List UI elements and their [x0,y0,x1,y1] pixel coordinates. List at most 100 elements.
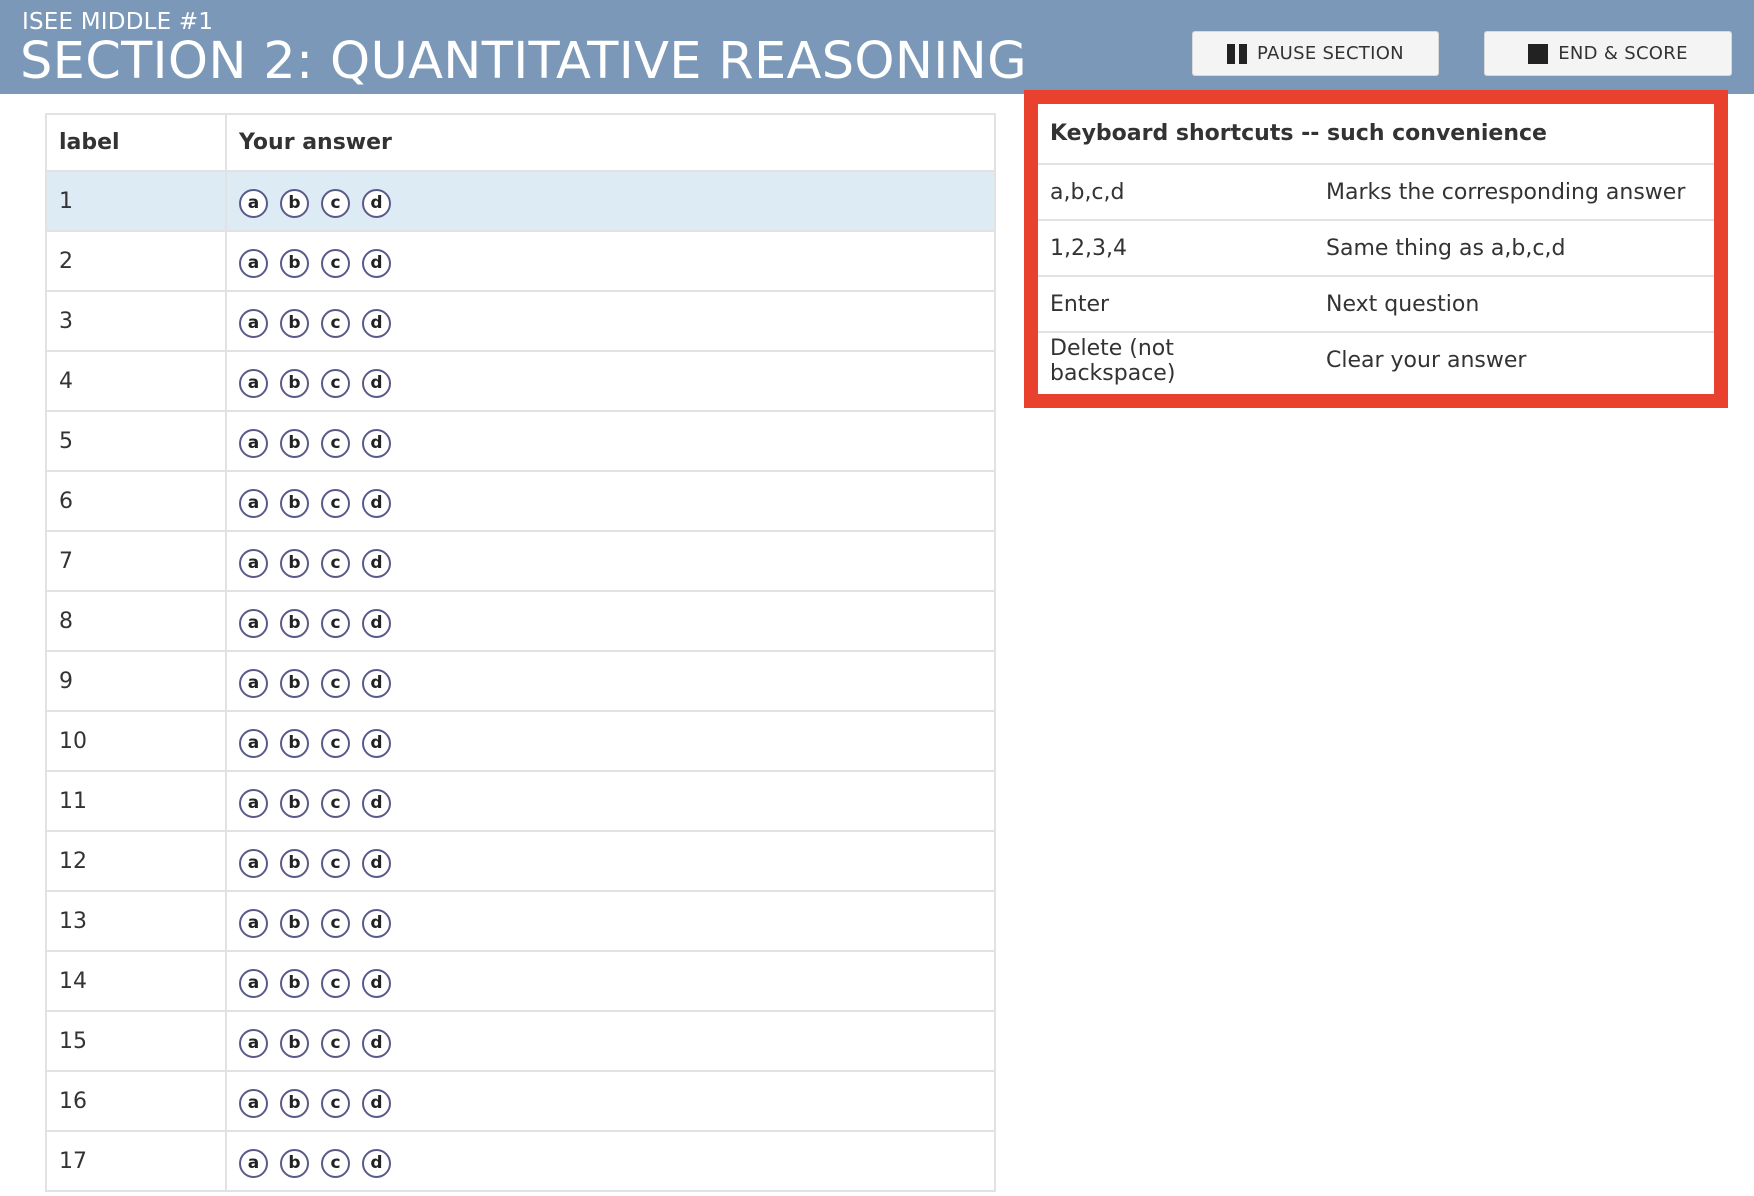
answer-choice-a[interactable]: a [239,968,268,998]
answer-choice-a[interactable]: a [239,728,268,758]
answer-choice-c[interactable]: c [321,668,350,698]
table-row[interactable]: 7abcd [45,530,996,592]
answer-choice-b[interactable]: b [280,728,309,758]
answer-choice-d[interactable]: d [362,908,391,938]
answer-choice-c[interactable]: c [321,608,350,638]
answer-choice-c[interactable]: c [321,308,350,338]
answer-choice-d[interactable]: d [362,788,391,818]
end-score-button[interactable]: END & SCORE [1484,31,1732,76]
answer-choice-d[interactable]: d [362,668,391,698]
answer-choice-c[interactable]: c [321,848,350,878]
table-row[interactable]: 16 a b c d [45,1070,996,1132]
answer-choice-a[interactable]: a [239,548,268,578]
table-row[interactable]: 9abcd [45,650,996,712]
answer-choice-a[interactable]: a [239,428,268,458]
answer-choice-d[interactable]: d [362,848,391,878]
answer-choice-d[interactable]: d [362,428,391,458]
answer-choice-b[interactable]: b [280,608,309,638]
answer-choice-c[interactable]: c [321,368,350,398]
answer-choice-b[interactable]: b [280,428,309,458]
answer-choice-a[interactable]: a [239,248,268,278]
answer-choices-cell: abcd [225,1070,996,1132]
answer-choice-c[interactable]: c [321,908,350,938]
answer-choice-c[interactable]: c [321,188,350,218]
answer-choice-a[interactable]: a [239,668,268,698]
answer-choice-d[interactable]: d [362,728,391,758]
table-row[interactable]: 15 a b c d [45,1010,996,1072]
answer-choice-a[interactable]: a [239,1148,268,1178]
question-number: 3 [45,290,227,352]
answer-choice-b[interactable]: b [280,368,309,398]
table-row[interactable]: 2abcd [45,230,996,292]
table-row[interactable]: 8abcd [45,590,996,652]
answer-choice-d[interactable]: d [362,1148,391,1178]
answer-choice-a[interactable]: a [239,188,268,218]
answer-choice-a[interactable]: a [239,908,268,938]
answer-choice-c[interactable]: c [321,788,350,818]
answer-choices: abcd [239,845,982,878]
answer-choice-d[interactable]: d [362,968,391,998]
table-row[interactable]: 5abcd [45,410,996,472]
answer-choice-d[interactable]: d [362,488,391,518]
table-row[interactable]: 1abcd [45,170,996,232]
answer-choice-b[interactable]: b [280,668,309,698]
answer-choice-a[interactable]: a [239,308,268,338]
answer-choices-cell: abcd [225,830,996,892]
answer-choice-b[interactable]: b [280,1148,309,1178]
answer-choice-c[interactable]: c [321,428,350,458]
answer-choice-d[interactable]: d [362,1088,391,1118]
answer-choices-cell: abcd [225,410,996,472]
answer-choice-d[interactable]: d [362,608,391,638]
pause-section-button[interactable]: PAUSE SECTION [1192,31,1439,76]
question-number: 4 [45,350,227,412]
answer-choice-b[interactable]: b [280,1088,309,1118]
answer-choice-b[interactable]: b [280,1028,309,1058]
answer-choice-b[interactable]: b [280,188,309,218]
answer-choice-b[interactable]: b [280,968,309,998]
answer-choice-b[interactable]: b [280,488,309,518]
answer-choice-c[interactable]: c [321,728,350,758]
answer-choice-b[interactable]: b [280,788,309,818]
answer-choice-a[interactable]: a [239,1028,268,1058]
answer-choice-b[interactable]: b [280,308,309,338]
answer-choice-a[interactable]: a [239,368,268,398]
answer-choice-a[interactable]: a [239,1088,268,1118]
answer-choice-d[interactable]: d [362,548,391,578]
table-row[interactable]: 14 a b c d [45,950,996,1012]
answer-choice-d[interactable]: d [362,308,391,338]
answer-choice-a[interactable]: a [239,788,268,818]
answer-choice-c[interactable]: c [321,488,350,518]
shortcut-row: a,b,c,d Marks the corresponding answer [1038,164,1714,221]
answer-choice-b[interactable]: b [280,548,309,578]
question-number: 17 [45,1130,227,1192]
answer-choice-d[interactable]: d [362,368,391,398]
answer-choice-c[interactable]: c [321,1028,350,1058]
answer-choice-c[interactable]: c [321,1088,350,1118]
shortcuts-header-row: Keyboard shortcuts -- such convenience [1038,104,1714,165]
answer-choices-cell: abcd [225,1010,996,1072]
answer-choice-b[interactable]: b [280,848,309,878]
table-row[interactable]: 4abcd [45,350,996,412]
answer-choice-d[interactable]: d [362,1028,391,1058]
answer-choice-c[interactable]: c [321,1148,350,1178]
answer-choice-a[interactable]: a [239,488,268,518]
table-row[interactable]: 13 a b c d [45,890,996,952]
table-row[interactable]: 12 a b c d [45,830,996,892]
question-number: 2 [45,230,227,292]
table-row[interactable]: 6abcd [45,470,996,532]
answer-choice-d[interactable]: d [362,188,391,218]
table-row[interactable]: 17 a b c d [45,1130,996,1192]
answer-choice-c[interactable]: c [321,548,350,578]
question-number: 11 [45,770,227,832]
answer-choice-d[interactable]: d [362,248,391,278]
shortcut-row: Enter Next question [1038,276,1714,333]
answer-choice-c[interactable]: c [321,248,350,278]
answer-choice-a[interactable]: a [239,848,268,878]
answer-choice-c[interactable]: c [321,968,350,998]
answer-choice-b[interactable]: b [280,248,309,278]
table-row[interactable]: 10 a b c d [45,710,996,772]
answer-choice-a[interactable]: a [239,608,268,638]
table-row[interactable]: 11 a b c d [45,770,996,832]
table-row[interactable]: 3abcd [45,290,996,352]
answer-choice-b[interactable]: b [280,908,309,938]
